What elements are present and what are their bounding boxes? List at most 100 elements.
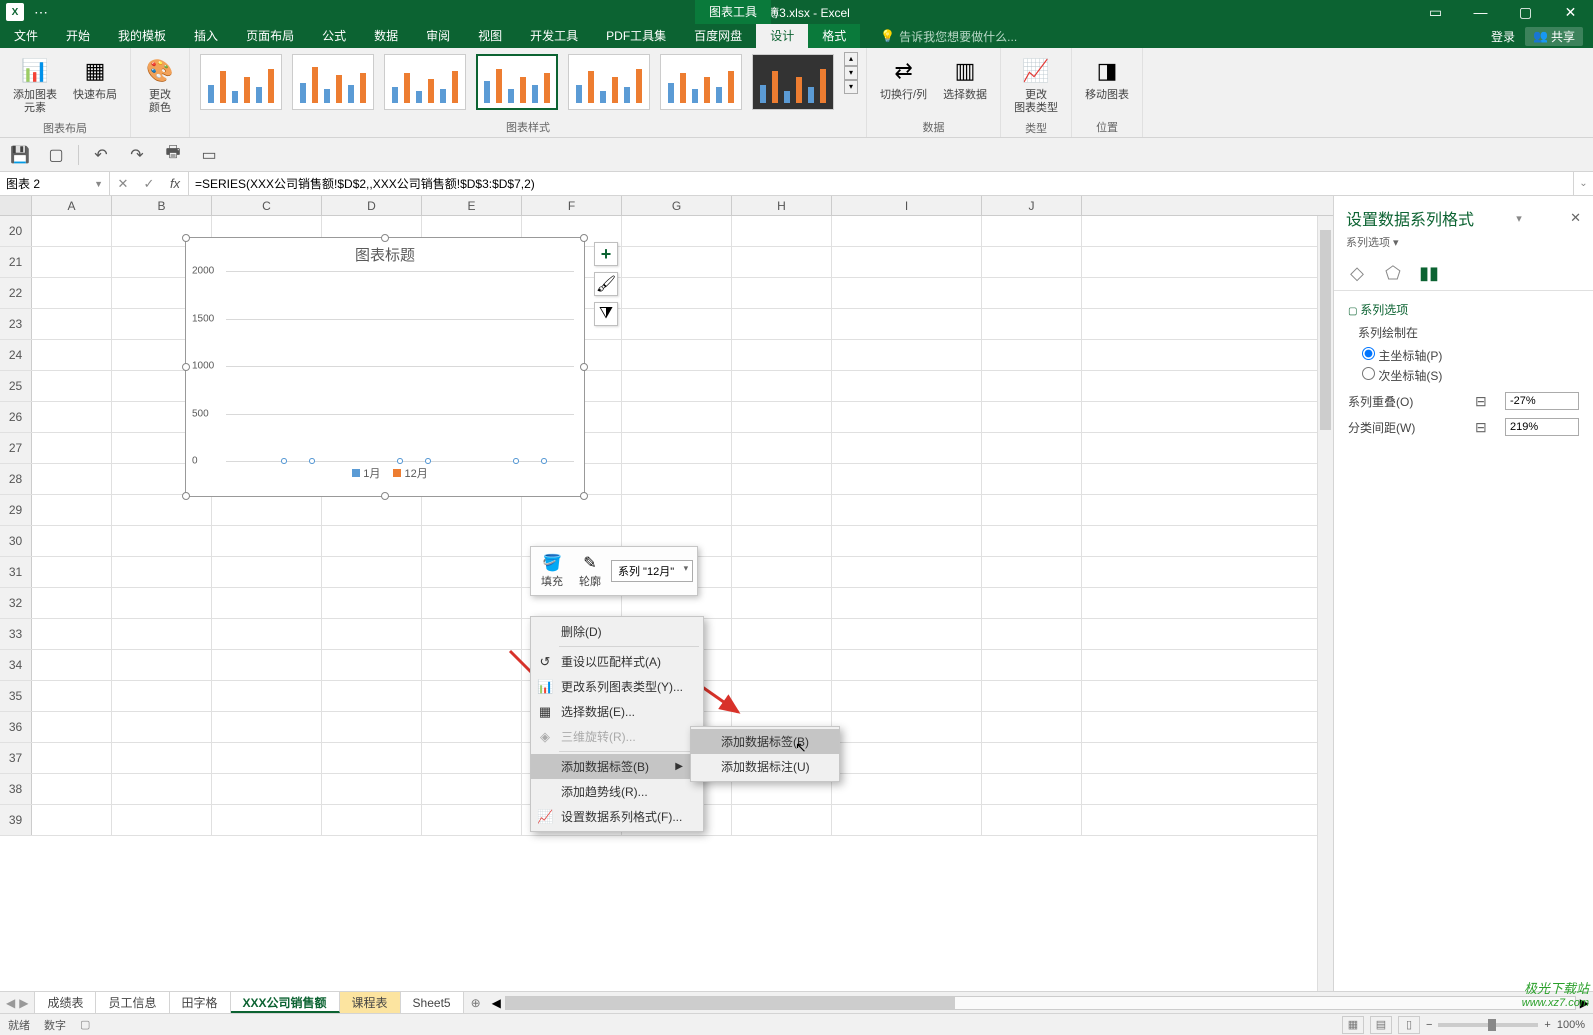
maximize-button[interactable]: ▢	[1503, 0, 1548, 24]
section-series-options[interactable]: 系列选项	[1348, 301, 1579, 318]
cell[interactable]	[212, 774, 322, 804]
cell[interactable]	[832, 278, 982, 308]
col-header-H[interactable]: H	[732, 196, 832, 215]
style-scroll-up[interactable]: ▴	[844, 52, 858, 66]
cell[interactable]	[732, 309, 832, 339]
secondary-axis-radio[interactable]: 次坐标轴(S)	[1362, 367, 1579, 384]
move-chart-button[interactable]: ◨ 移动图表	[1080, 52, 1134, 105]
row-header-25[interactable]: 25	[0, 371, 32, 401]
fill-button[interactable]: 🪣 填充	[535, 551, 569, 591]
switch-row-col-button[interactable]: ⇄ 切换行/列	[875, 52, 932, 105]
cell[interactable]	[522, 495, 622, 525]
gap-slider-icon[interactable]: ⊟	[1475, 419, 1497, 436]
cell[interactable]	[832, 464, 982, 494]
accept-formula-icon[interactable]: ✓	[136, 176, 162, 192]
cell[interactable]	[982, 371, 1082, 401]
cell[interactable]	[212, 588, 322, 618]
cell[interactable]	[322, 805, 422, 835]
cell[interactable]	[32, 681, 112, 711]
chart-legend[interactable]: 1月 12月	[186, 461, 584, 485]
tab-insert[interactable]: 插入	[180, 24, 232, 48]
cell[interactable]	[982, 588, 1082, 618]
chart-object[interactable]: 图表标题 0500100015002000 1月 12月 + 🖌 ⧩	[185, 237, 585, 497]
cell[interactable]	[422, 650, 522, 680]
zoom-in-button[interactable]: +	[1544, 1019, 1550, 1031]
row-header-33[interactable]: 33	[0, 619, 32, 649]
zoom-slider[interactable]	[1438, 1023, 1538, 1027]
zoom-out-button[interactable]: −	[1426, 1019, 1432, 1031]
cell[interactable]	[112, 619, 212, 649]
formula-input[interactable]: =SERIES(XXX公司销售额!$D$2,,XXX公司销售额!$D$3:$D$…	[189, 172, 1573, 195]
gap-input[interactable]	[1505, 418, 1579, 436]
cell[interactable]	[982, 712, 1082, 742]
cell[interactable]	[982, 402, 1082, 432]
cell[interactable]	[322, 650, 422, 680]
row-header-35[interactable]: 35	[0, 681, 32, 711]
page-break-view-button[interactable]: ▯	[1398, 1016, 1420, 1034]
resize-handle[interactable]	[381, 492, 389, 500]
cell[interactable]	[112, 557, 212, 587]
quick-layout-button[interactable]: ▦ 快速布局	[68, 52, 122, 105]
cell[interactable]	[832, 557, 982, 587]
cell[interactable]	[982, 495, 1082, 525]
cell[interactable]	[622, 247, 732, 277]
chart-style-6[interactable]	[660, 54, 742, 110]
change-chart-type-button[interactable]: 📈 更改 图表类型	[1009, 52, 1063, 118]
cell[interactable]	[112, 743, 212, 773]
cell[interactable]	[832, 247, 982, 277]
cell[interactable]	[832, 712, 982, 742]
ribbon-options-icon[interactable]: ▭	[1413, 0, 1458, 24]
primary-axis-input[interactable]	[1362, 347, 1375, 360]
select-data-button[interactable]: ▥ 选择数据	[938, 52, 992, 105]
chart-title[interactable]: 图表标题	[186, 238, 584, 271]
cell[interactable]	[622, 340, 732, 370]
col-header-I[interactable]: I	[832, 196, 982, 215]
cell[interactable]	[832, 805, 982, 835]
pane-close-icon[interactable]: ✕	[1570, 210, 1581, 226]
cell[interactable]	[832, 309, 982, 339]
cell[interactable]	[732, 681, 832, 711]
add-sheet-button[interactable]: ⊕	[464, 992, 488, 1013]
resize-handle[interactable]	[381, 234, 389, 242]
overlap-input[interactable]	[1505, 392, 1579, 410]
cell[interactable]	[422, 712, 522, 742]
tab-design[interactable]: 设计	[756, 24, 808, 48]
cell[interactable]	[732, 619, 832, 649]
cell[interactable]	[982, 433, 1082, 463]
zoom-knob[interactable]	[1488, 1019, 1496, 1031]
row-header-37[interactable]: 37	[0, 743, 32, 773]
cell[interactable]	[622, 309, 732, 339]
chart-elements-button[interactable]: +	[594, 242, 618, 266]
cell[interactable]	[32, 774, 112, 804]
cell[interactable]	[832, 402, 982, 432]
cell[interactable]	[732, 216, 832, 246]
cell[interactable]	[732, 247, 832, 277]
cell[interactable]	[212, 495, 322, 525]
scrollbar-thumb[interactable]	[1320, 230, 1331, 430]
row-header-27[interactable]: 27	[0, 433, 32, 463]
cell[interactable]	[32, 464, 112, 494]
quick-save-icon[interactable]: ⋯	[34, 4, 48, 21]
cell[interactable]	[732, 464, 832, 494]
pane-options-icon[interactable]: ▾	[1516, 212, 1522, 225]
zoom-value[interactable]: 100%	[1557, 1019, 1585, 1031]
cell[interactable]	[112, 650, 212, 680]
series-options-tab-icon[interactable]: ▮▮	[1418, 262, 1440, 284]
cell[interactable]	[982, 247, 1082, 277]
row-header-24[interactable]: 24	[0, 340, 32, 370]
change-colors-button[interactable]: 🎨 更改 颜色	[139, 52, 181, 118]
cell[interactable]	[622, 433, 732, 463]
style-scroll-down[interactable]: ▾	[844, 66, 858, 80]
add-chart-element-button[interactable]: 📊 添加图表 元素	[8, 52, 62, 118]
cell[interactable]	[832, 433, 982, 463]
horizontal-scrollbar[interactable]: ◀ ▶	[488, 992, 1593, 1013]
cell[interactable]	[622, 278, 732, 308]
cell[interactable]	[422, 557, 522, 587]
row-header-28[interactable]: 28	[0, 464, 32, 494]
cell[interactable]	[32, 433, 112, 463]
ctx-item-1[interactable]: ↺重设以匹配样式(A)	[531, 649, 703, 674]
cell[interactable]	[732, 495, 832, 525]
cell[interactable]	[212, 805, 322, 835]
cell[interactable]	[112, 774, 212, 804]
resize-handle[interactable]	[580, 363, 588, 371]
